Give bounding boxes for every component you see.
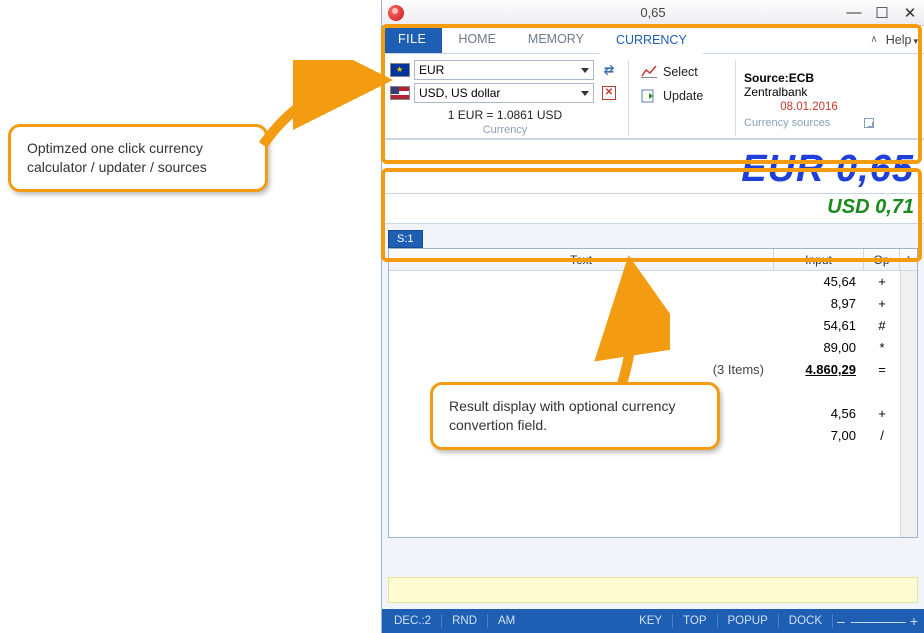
status-top[interactable]: TOP xyxy=(677,615,712,627)
remove-currency-button[interactable]: ✕ xyxy=(598,83,620,103)
status-dec[interactable]: DEC.:2 xyxy=(388,615,437,627)
tape-row[interactable]: 45,64+ xyxy=(389,271,900,293)
cell-op: * xyxy=(864,337,900,359)
cell-op: / xyxy=(864,425,900,447)
cell-text: (3 Items) xyxy=(389,359,774,381)
cell-text xyxy=(389,337,774,359)
scroll-up-icon[interactable]: ∧ xyxy=(900,249,917,270)
update-icon xyxy=(641,88,657,104)
select-button[interactable]: Select xyxy=(637,60,727,84)
dialog-launcher-icon[interactable] xyxy=(864,118,874,128)
delete-x-icon: ✕ xyxy=(602,86,616,100)
zoom-slider[interactable]: ——⎯—— xyxy=(851,613,904,630)
exchange-rate-text: 1 EUR = 1.0861 USD xyxy=(390,108,620,122)
status-dock[interactable]: DOCK xyxy=(783,615,828,627)
tab-memory[interactable]: MEMORY xyxy=(512,26,600,53)
cell-text xyxy=(389,271,774,293)
zoom-controls[interactable]: – ——⎯—— + xyxy=(837,613,918,630)
close-button[interactable]: ✕ xyxy=(896,3,924,23)
update-label: Update xyxy=(663,89,703,103)
flag-eu-icon xyxy=(390,63,410,77)
tab-currency[interactable]: CURRENCY xyxy=(600,27,703,54)
tape-row[interactable]: 8,97+ xyxy=(389,293,900,315)
tape-row[interactable]: (3 Items)4.860,29= xyxy=(389,359,900,381)
currency-from-combo[interactable]: EUR xyxy=(414,60,594,80)
cell-op: + xyxy=(864,403,900,425)
currency-to-value: USD, US dollar xyxy=(419,86,500,100)
chart-select-icon xyxy=(641,64,657,80)
input-strip[interactable] xyxy=(388,577,918,603)
cell-input xyxy=(774,381,864,403)
tab-home[interactable]: HOME xyxy=(442,26,512,53)
zoom-out-icon[interactable]: – xyxy=(837,613,845,629)
scrollbar[interactable] xyxy=(900,271,917,537)
separator xyxy=(735,60,736,136)
status-key[interactable]: KEY xyxy=(633,615,668,627)
group-sources: Source:ECB Zentralbank 08.01.2016 Curren… xyxy=(744,60,874,136)
col-input[interactable]: Input xyxy=(774,249,864,270)
status-am[interactable]: AM xyxy=(492,615,521,627)
callout-display: Result display with optional currency co… xyxy=(430,382,720,450)
group-sources-label: Currency sources xyxy=(744,117,830,129)
col-text[interactable]: Text xyxy=(389,249,774,270)
col-op[interactable]: Op xyxy=(864,249,900,270)
chevron-down-icon xyxy=(581,68,589,73)
select-label: Select xyxy=(663,65,698,79)
cell-input: 4.860,29 xyxy=(774,359,864,381)
cell-op: = xyxy=(864,359,900,381)
cell-op: + xyxy=(864,271,900,293)
zoom-in-icon[interactable]: + xyxy=(910,613,918,629)
cell-text xyxy=(389,293,774,315)
update-button[interactable]: Update xyxy=(637,84,727,108)
display-converted: USD 0,71 xyxy=(382,194,924,224)
cell-op xyxy=(864,381,900,403)
group-currency-label: Currency xyxy=(390,122,620,136)
maximize-button[interactable]: ☐ xyxy=(868,3,896,23)
chevron-down-icon xyxy=(581,91,589,96)
status-popup[interactable]: POPUP xyxy=(722,615,774,627)
source-name-line2: Zentralbank xyxy=(744,85,874,99)
help-menu[interactable]: Help▾ xyxy=(886,33,918,47)
swap-currencies-button[interactable] xyxy=(598,60,620,80)
cell-input: 7,00 xyxy=(774,425,864,447)
group-currency: EUR USD, US dollar ✕ 1 EUR = 1.0861 USD … xyxy=(390,60,620,136)
group-actions: Select Update xyxy=(637,60,727,136)
tab-file[interactable]: FILE xyxy=(382,26,442,53)
cell-op: # xyxy=(864,315,900,337)
cell-op: + xyxy=(864,293,900,315)
display-main: EUR 0,65 xyxy=(382,140,924,194)
cell-text xyxy=(389,315,774,337)
cell-input: 89,00 xyxy=(774,337,864,359)
tape-row[interactable]: 89,00* xyxy=(389,337,900,359)
source-label: Source:ECB xyxy=(744,71,874,85)
cell-input: 8,97 xyxy=(774,293,864,315)
callout-ribbon: Optimzed one click currency calculator /… xyxy=(8,124,268,192)
ribbon-body: EUR USD, US dollar ✕ 1 EUR = 1.0861 USD … xyxy=(382,54,924,139)
display-area: EUR 0,65 USD 0,71 xyxy=(382,139,924,224)
source-date: 08.01.2016 xyxy=(744,101,874,113)
ribbon-tabs: FILE HOME MEMORY CURRENCY ∧ Help▾ xyxy=(382,26,924,54)
flag-us-icon xyxy=(390,86,410,100)
cell-input: 45,64 xyxy=(774,271,864,293)
app-icon xyxy=(388,5,404,21)
minimize-button[interactable]: — xyxy=(840,3,868,23)
calculator-window: 0,65 — ☐ ✕ FILE HOME MEMORY CURRENCY ∧ H… xyxy=(381,0,924,633)
currency-from-value: EUR xyxy=(419,63,444,77)
statusbar: DEC.:2 RND AM KEY TOP POPUP DOCK – ——⎯——… xyxy=(382,609,924,633)
tape-tab[interactable]: S:1 xyxy=(388,230,423,248)
titlebar: 0,65 — ☐ ✕ xyxy=(382,0,924,26)
tape-header: Text Input Op ∧ xyxy=(389,249,917,271)
collapse-ribbon-icon[interactable]: ∧ xyxy=(870,34,877,45)
status-rnd[interactable]: RND xyxy=(446,615,483,627)
cell-input: 4,56 xyxy=(774,403,864,425)
tape-row[interactable]: 54,61# xyxy=(389,315,900,337)
currency-to-combo[interactable]: USD, US dollar xyxy=(414,83,594,103)
separator xyxy=(628,60,629,136)
window-controls: — ☐ ✕ xyxy=(840,3,924,23)
window-title: 0,65 xyxy=(640,5,665,20)
cell-input: 54,61 xyxy=(774,315,864,337)
